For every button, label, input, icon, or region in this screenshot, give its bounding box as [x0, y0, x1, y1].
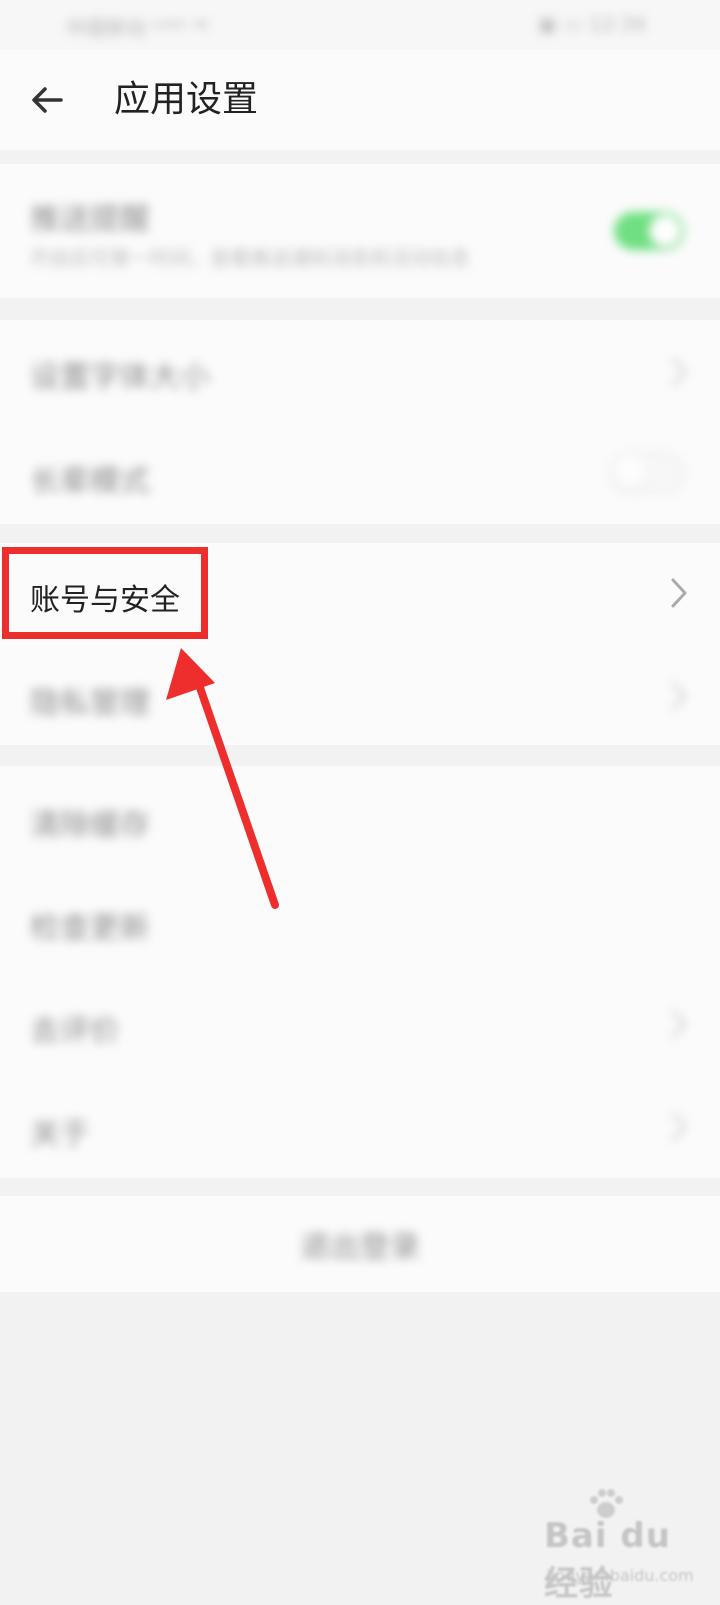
- chevron-right-icon: [671, 1009, 688, 1039]
- chevron-right-icon: [671, 357, 688, 387]
- settings-row-rate[interactable]: 去评价: [0, 972, 720, 1075]
- status-indicators: ▣ ▭ 12:34: [537, 12, 646, 36]
- push-toggle[interactable]: [614, 212, 684, 250]
- chevron-right-icon: [671, 681, 688, 711]
- settings-group-display: 设置字体大小 长辈模式: [0, 320, 720, 524]
- chevron-right-icon: [671, 1112, 688, 1142]
- back-button[interactable]: [22, 75, 72, 125]
- settings-row-check-update[interactable]: 检查更新: [0, 869, 720, 972]
- status-carrier: 中国移动 ᵇᵈ⁴ᴳ ⁴⁶: [66, 16, 210, 40]
- logout-label: 退出登录: [300, 1230, 420, 1265]
- settings-row-elder-mode[interactable]: 长辈模式: [0, 422, 720, 524]
- settings-row-font-size[interactable]: 设置字体大小: [0, 320, 720, 422]
- check-update-label: 检查更新: [30, 911, 150, 946]
- settings-row-account-security[interactable]: 账号与安全: [0, 543, 720, 644]
- page-title: 应用设置: [114, 79, 259, 120]
- clear-cache-label: 清除缓存: [30, 808, 150, 843]
- settings-group-account: 账号与安全 隐私管理: [0, 543, 720, 745]
- settings-row-clear-cache[interactable]: 清除缓存: [0, 766, 720, 869]
- push-subtitle: 开启后可第一时间，查看推送通知消息和活动信息: [30, 246, 470, 270]
- chevron-right-icon: [671, 578, 687, 608]
- privacy-label: 隐私管理: [30, 686, 150, 721]
- settings-group-notifications: 推送提醒 开启后可第一时间，查看推送通知消息和活动信息: [0, 164, 720, 298]
- arrow-left-icon: [32, 87, 63, 113]
- watermark-site: jingyan.baidu.com: [546, 1566, 694, 1585]
- settings-row-privacy[interactable]: 隐私管理: [0, 644, 720, 745]
- elder-mode-label: 长辈模式: [30, 464, 150, 499]
- toggle-knob: [649, 215, 681, 247]
- settings-group-general: 清除缓存 检查更新 去评价 关于: [0, 766, 720, 1178]
- logout-button[interactable]: 退出登录: [0, 1196, 720, 1292]
- settings-row-push[interactable]: 推送提醒 开启后可第一时间，查看推送通知消息和活动信息: [0, 164, 720, 298]
- push-label: 推送提醒: [30, 202, 150, 237]
- about-label: 关于: [30, 1117, 90, 1152]
- elder-mode-toggle[interactable]: [610, 452, 684, 494]
- toggle-knob: [614, 455, 646, 487]
- settings-row-about[interactable]: 关于: [0, 1075, 720, 1178]
- font-size-label: 设置字体大小: [30, 360, 210, 395]
- watermark-logo: Bai du 经验: [544, 1516, 671, 1604]
- status-bar: 中国移动 ᵇᵈ⁴ᴳ ⁴⁶ ▣ ▭ 12:34: [0, 0, 720, 50]
- header: 应用设置: [0, 50, 720, 150]
- account-security-label: 账号与安全: [30, 583, 180, 618]
- rate-label: 去评价: [30, 1014, 120, 1049]
- baidu-jingyan-watermark: Bai du 经验 jingyan.baidu.com: [540, 1488, 710, 1604]
